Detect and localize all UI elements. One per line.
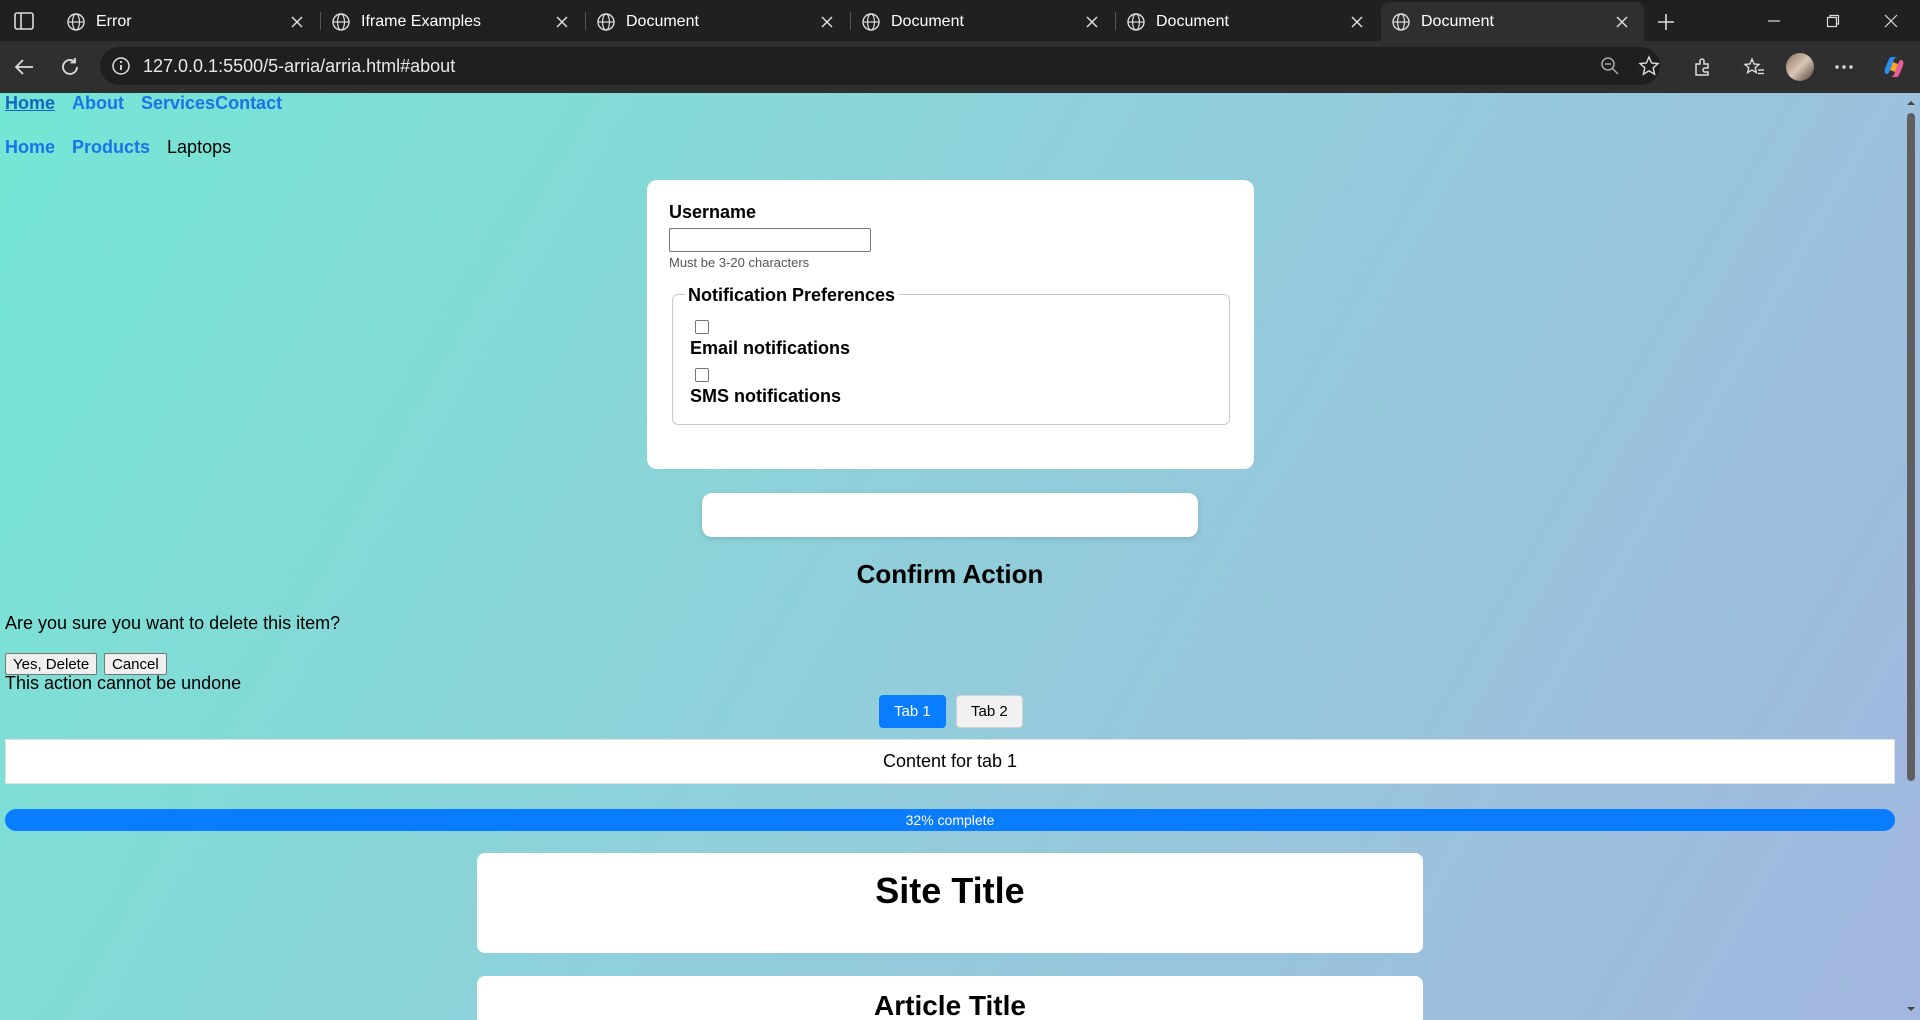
globe-icon <box>1127 12 1145 31</box>
browser-tab[interactable]: Document <box>1116 2 1379 41</box>
nav-link-about[interactable]: About <box>72 93 124 114</box>
breadcrumb: Home Products Laptops <box>5 137 231 158</box>
sidebar-toggle-icon[interactable] <box>12 9 36 33</box>
tab-title: Document <box>626 12 699 30</box>
browser-tab[interactable]: Iframe Examples <box>321 2 584 41</box>
globe-icon <box>597 12 615 31</box>
progress-bar: 32% complete <box>5 809 1895 831</box>
dialog-note: This action cannot be undone <box>5 673 242 693</box>
main-nav: Home About Services Contact <box>5 93 282 114</box>
zoom-out-icon[interactable] <box>1600 56 1620 76</box>
profile-avatar[interactable] <box>1786 53 1814 81</box>
address-bar[interactable]: 127.0.0.1:5500/5-arria/arria.html#about <box>100 47 1660 85</box>
tab-panel-text: Content for tab 1 <box>882 751 1018 771</box>
tab-panel: Content for tab 1 <box>5 739 1895 784</box>
globe-icon <box>67 12 85 31</box>
globe-icon <box>332 12 350 31</box>
email-notifications-checkbox[interactable] <box>695 320 709 334</box>
browser-tab[interactable]: Error <box>56 2 319 41</box>
article-title: Article Title <box>874 990 1026 1020</box>
close-icon[interactable] <box>1078 8 1106 36</box>
scrollbar-thumb[interactable] <box>1907 113 1915 781</box>
sms-notifications-checkbox[interactable] <box>695 368 709 382</box>
tab-2-button[interactable]: Tab 2 <box>956 695 1023 728</box>
new-tab-icon[interactable] <box>1652 8 1680 36</box>
close-icon[interactable] <box>548 8 576 36</box>
more-menu-icon[interactable] <box>1830 53 1858 81</box>
favorite-star-icon[interactable] <box>1638 55 1660 77</box>
site-header-card: Site Title <box>477 853 1423 953</box>
scroll-up-arrow-icon[interactable] <box>1905 97 1917 109</box>
tab-title: Error <box>96 12 132 30</box>
dialog-title: Confirm Action <box>856 559 1044 589</box>
site-info-icon[interactable] <box>110 55 132 77</box>
nav-link-contact[interactable]: Contact <box>215 93 282 114</box>
email-notifications-label: Email notifications <box>690 338 851 358</box>
browser-toolbar: 127.0.0.1:5500/5-arria/arria.html#about <box>0 41 1920 93</box>
browser-tab[interactable]: Document <box>586 2 849 41</box>
dialog-message: Are you sure you want to delete this ite… <box>5 613 341 633</box>
minimize-icon[interactable] <box>1745 0 1803 41</box>
breadcrumb-link-products[interactable]: Products <box>72 137 150 158</box>
confirm-delete-button[interactable]: Yes, Delete <box>5 653 98 675</box>
breadcrumb-current: Laptops <box>167 137 232 157</box>
breadcrumb-link-home[interactable]: Home <box>5 137 55 158</box>
article-card: Article Title <box>477 976 1423 1020</box>
page-viewport: Home About Services Contact Home Product… <box>0 93 1920 1020</box>
tab-title: Document <box>1156 12 1229 30</box>
favorites-icon[interactable] <box>1740 53 1768 81</box>
tab-title: Document <box>891 12 964 30</box>
address-url: 127.0.0.1:5500/5-arria/arria.html#about <box>143 56 456 76</box>
close-icon[interactable] <box>813 8 841 36</box>
copilot-icon[interactable] <box>1880 53 1908 81</box>
close-icon[interactable] <box>1608 8 1636 36</box>
tab-1-button[interactable]: Tab 1 <box>879 695 946 728</box>
browser-tab[interactable]: Document <box>851 2 1114 41</box>
browser-tab-active[interactable]: Document <box>1381 2 1644 41</box>
progress-label: 32% complete <box>905 812 995 828</box>
nav-link-services[interactable]: Services <box>141 93 215 114</box>
sms-notifications-label: SMS notifications <box>690 386 842 406</box>
scroll-down-arrow-icon[interactable] <box>1905 1003 1917 1015</box>
settings-form-card: Username Must be 3-20 characters Notific… <box>647 180 1254 469</box>
username-hint: Must be 3-20 characters <box>669 255 810 270</box>
empty-card <box>702 493 1198 537</box>
fieldset-legend: Notification Preferences <box>685 285 899 306</box>
nav-link-home[interactable]: Home <box>5 93 55 114</box>
vertical-scrollbar[interactable] <box>1902 93 1920 1020</box>
notification-preferences-fieldset: Notification Preferences Email notificat… <box>672 285 1230 425</box>
tab-title: Document <box>1421 12 1494 30</box>
globe-icon <box>862 12 880 31</box>
cancel-button[interactable]: Cancel <box>104 653 167 675</box>
site-title: Site Title <box>875 870 1025 911</box>
close-icon[interactable] <box>283 8 311 36</box>
reload-icon[interactable] <box>56 53 84 81</box>
extensions-icon[interactable] <box>1689 53 1717 81</box>
browser-tab-strip: Error Iframe Examples Document Document … <box>0 0 1920 41</box>
globe-icon <box>1392 12 1410 31</box>
username-label: Username <box>669 202 757 222</box>
close-icon[interactable] <box>1343 8 1371 36</box>
back-arrow-icon[interactable] <box>10 53 38 81</box>
tab-title: Iframe Examples <box>361 12 482 30</box>
restore-icon[interactable] <box>1804 0 1862 41</box>
window-close-icon[interactable] <box>1862 0 1920 41</box>
username-input[interactable] <box>669 228 871 252</box>
